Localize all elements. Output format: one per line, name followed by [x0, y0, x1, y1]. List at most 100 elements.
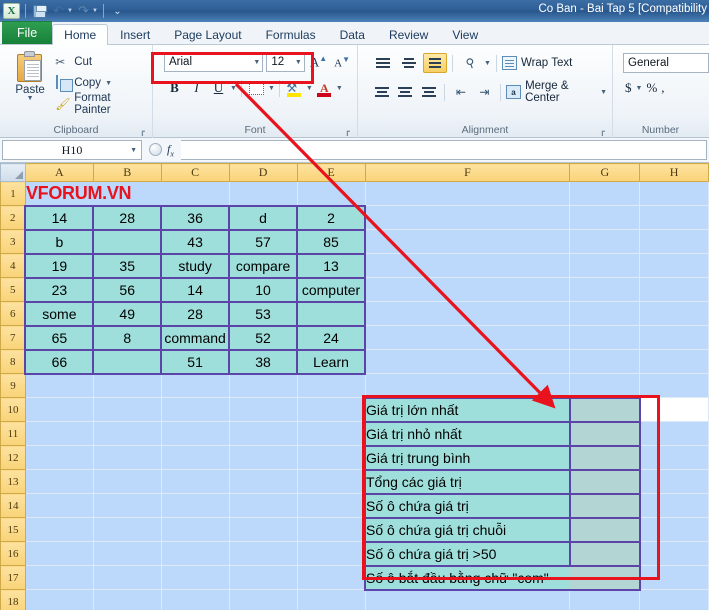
- cell-g3[interactable]: [569, 229, 641, 254]
- row-header-8[interactable]: 8: [0, 349, 26, 374]
- col-header-c[interactable]: C: [160, 163, 230, 182]
- cell-c15[interactable]: [161, 517, 230, 542]
- cell-d18[interactable]: [229, 589, 298, 610]
- paste-dropdown-icon[interactable]: ▼: [27, 95, 34, 102]
- cell-d14[interactable]: [229, 493, 298, 518]
- row-header-9[interactable]: 9: [0, 373, 26, 398]
- align-top-button[interactable]: [371, 53, 395, 73]
- tab-file[interactable]: File: [2, 21, 53, 44]
- cell-h16[interactable]: [639, 541, 709, 566]
- cell-b15[interactable]: [93, 517, 162, 542]
- wrap-text-button[interactable]: Wrap Text: [501, 56, 572, 70]
- cell-f12-label[interactable]: Giá trị trung bình: [364, 444, 571, 471]
- col-header-b[interactable]: B: [92, 163, 162, 182]
- cell-c16[interactable]: [161, 541, 230, 566]
- tab-home[interactable]: Home: [52, 24, 109, 45]
- align-left-button[interactable]: [371, 82, 392, 102]
- cell-h15[interactable]: [639, 517, 709, 542]
- font-name-dropdown-icon[interactable]: ▼: [251, 59, 260, 66]
- cell-d7[interactable]: 52: [228, 324, 299, 351]
- shrink-font-button[interactable]: A▼: [332, 55, 352, 70]
- cell-a10[interactable]: [25, 397, 94, 422]
- cell-b13[interactable]: [93, 469, 162, 494]
- cell-g17-result[interactable]: [569, 564, 641, 591]
- cell-f8[interactable]: [365, 349, 571, 374]
- merge-center-dropdown-icon[interactable]: ▼: [600, 89, 607, 96]
- cell-g12-result[interactable]: [568, 444, 641, 471]
- cell-b11[interactable]: [93, 421, 162, 446]
- font-color-dropdown-icon[interactable]: ▼: [336, 85, 343, 92]
- cell-g8[interactable]: [569, 349, 641, 374]
- cell-c12[interactable]: [161, 445, 230, 470]
- cell-a9[interactable]: [25, 373, 94, 398]
- cell-f2[interactable]: [365, 205, 571, 230]
- customize-qat-icon[interactable]: ⌄: [109, 3, 126, 20]
- save-icon[interactable]: [31, 3, 48, 20]
- cell-c11[interactable]: [161, 421, 230, 446]
- align-right-button[interactable]: [418, 82, 439, 102]
- cell-c3[interactable]: 43: [160, 228, 231, 255]
- currency-dropdown-icon[interactable]: ▼: [636, 85, 643, 92]
- cell-g7[interactable]: [569, 325, 641, 350]
- grow-font-button[interactable]: A▲: [308, 54, 329, 70]
- underline-button[interactable]: U: [208, 78, 229, 98]
- col-header-a[interactable]: A: [24, 163, 94, 182]
- cell-d3[interactable]: 57: [228, 228, 299, 255]
- cell-b7[interactable]: 8: [92, 324, 163, 351]
- cell-h17[interactable]: [639, 565, 709, 590]
- cell-a2[interactable]: 14: [24, 204, 95, 231]
- cell-b2[interactable]: 28: [92, 204, 163, 231]
- cell-e8[interactable]: Learn: [296, 348, 366, 375]
- cell-e9[interactable]: [297, 373, 366, 398]
- tab-formulas[interactable]: Formulas: [254, 24, 328, 45]
- cell-b3[interactable]: [92, 228, 163, 255]
- tab-view[interactable]: View: [440, 24, 490, 45]
- cell-a17[interactable]: [25, 565, 94, 590]
- font-name-combo[interactable]: Arial ▼: [164, 52, 264, 72]
- redo-dropdown-icon[interactable]: ▼: [92, 8, 98, 14]
- redo-icon[interactable]: ↷: [75, 3, 92, 20]
- cell-g16-result[interactable]: [568, 540, 641, 567]
- cell-e7[interactable]: 24: [296, 324, 366, 351]
- fill-color-dropdown-icon[interactable]: ▼: [306, 85, 313, 92]
- cell-h14[interactable]: [639, 493, 709, 518]
- cell-e15[interactable]: [297, 517, 366, 542]
- cell-d4[interactable]: compare: [228, 252, 299, 279]
- cell-b16[interactable]: [93, 541, 162, 566]
- cell-d9[interactable]: [229, 373, 298, 398]
- row-header-4[interactable]: 4: [0, 253, 26, 278]
- cell-g11-result[interactable]: [568, 420, 641, 447]
- cell-c2[interactable]: 36: [160, 204, 231, 231]
- cell-d12[interactable]: [229, 445, 298, 470]
- cell-b9[interactable]: [93, 373, 162, 398]
- cell-f3[interactable]: [365, 229, 571, 254]
- quick-access-toolbar[interactable]: X ↶ ▼ ↷ ▼ ⌄: [0, 3, 126, 20]
- col-header-g[interactable]: G: [569, 163, 641, 182]
- cell-h3[interactable]: [639, 229, 709, 254]
- cell-e14[interactable]: [297, 493, 366, 518]
- select-all-corner[interactable]: [0, 163, 26, 182]
- row-header-15[interactable]: 15: [0, 517, 26, 542]
- cell-a14[interactable]: [25, 493, 94, 518]
- undo-icon[interactable]: ↶: [50, 3, 67, 20]
- cell-a18[interactable]: [25, 589, 94, 610]
- insert-function-icon[interactable]: fx: [167, 142, 174, 158]
- cell-b18[interactable]: [93, 589, 162, 610]
- cell-f11-label[interactable]: Giá trị nhỏ nhất: [364, 420, 571, 447]
- cell-d1[interactable]: [229, 181, 298, 206]
- row-header-14[interactable]: 14: [0, 493, 26, 518]
- cell-d6[interactable]: 53: [228, 300, 299, 327]
- copy-button[interactable]: Copy ▼: [55, 74, 147, 92]
- cell-f4[interactable]: [365, 253, 571, 278]
- cell-b12[interactable]: [93, 445, 162, 470]
- cell-h2[interactable]: [639, 205, 709, 230]
- cancel-enter-icon[interactable]: [149, 143, 162, 157]
- row-header-17[interactable]: 17: [0, 565, 26, 590]
- cell-d15[interactable]: [229, 517, 298, 542]
- cell-g6[interactable]: [569, 301, 641, 326]
- cell-b5[interactable]: 56: [92, 276, 163, 303]
- cell-c6[interactable]: 28: [160, 300, 231, 327]
- row-header-2[interactable]: 2: [0, 205, 26, 230]
- clipboard-dialog-launcher-icon[interactable]: ┏: [140, 127, 149, 136]
- cell-a1-title[interactable]: VFORUM.VN: [25, 181, 230, 206]
